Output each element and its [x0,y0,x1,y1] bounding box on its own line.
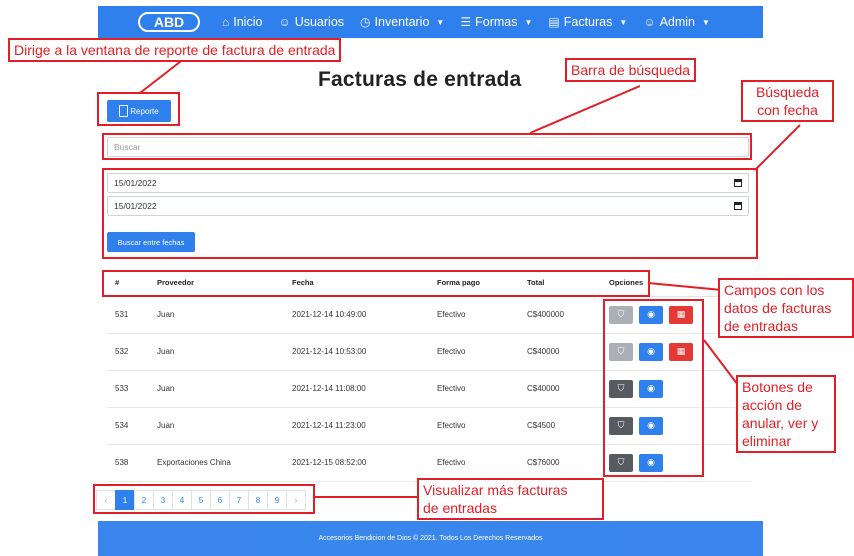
nav-item-label: Inicio [233,15,263,29]
cell-total: C$40000 [519,370,601,408]
nav-item-label: Usuarios [294,15,345,29]
cell-id: 531 [107,296,149,334]
svg-text:ABD: ABD [154,14,184,30]
cell-id: 534 [107,407,149,445]
cell-fecha: 2021-12-14 11:23:00 [284,407,429,445]
nav-item-formas[interactable]: ☰ Formas ▼ [460,15,532,29]
nav-item-label: Formas [475,15,518,29]
nav-item-label: Admin [659,15,696,29]
cell-total: C$76000 [519,444,601,482]
users-icon: ☺ [278,15,291,29]
annotation-actions-line-3: anular, ver y [742,415,819,431]
annotation-fields-line-2: datos de facturas [724,300,832,316]
annotation-pagination-line-1: Visualizar más facturas [423,482,568,498]
cell-proveedor: Juan [149,296,284,334]
nav-item-label: Facturas [563,15,613,29]
sliders-icon: ☰ [460,15,472,29]
cell-total: C$40000 [519,333,601,371]
abd-logo-icon: ABD [138,12,200,32]
page-title: Facturas de entrada [318,68,522,91]
nav-item-facturas[interactable]: ▤ Facturas ▼ [548,15,627,29]
cell-id: 538 [107,444,149,482]
nav-item-label: Inventario [374,15,430,29]
app-logo[interactable]: ABD [138,11,200,33]
annotation-date-search-line-2: con fecha [757,102,818,118]
cell-id: 533 [107,370,149,408]
annotation-box-headers [102,270,650,297]
cell-proveedor: Exportaciones China [149,444,284,482]
annotation-fields: Campos con los datos de facturas de entr… [718,278,854,338]
annotation-box-search [102,133,752,160]
clock-icon: ◷ [360,15,371,29]
annotation-actions: Botones de acción de anular, ver y elimi… [736,375,836,453]
cell-total: C$400000 [519,296,601,334]
cell-forma: Efectivo [429,370,519,408]
cell-fecha: 2021-12-14 10:49:00 [284,296,429,334]
cell-fecha: 2021-12-15 08:52:00 [284,444,429,482]
navbar: ABD ⌂ Inicio ☺ Usuarios ◷ Inventario ▼ ☰ Formas ▼… [98,6,763,38]
annotation-box-report [97,92,180,126]
nav-item-usuarios[interactable]: ☺ Usuarios [278,15,344,29]
cell-forma: Efectivo [429,296,519,334]
annotation-fields-line-3: de entradas [724,318,798,334]
annotation-box-actions [603,299,704,477]
annotation-date-search-line-1: Búsqueda [755,84,820,100]
annotation-box-dates [102,168,758,259]
footer-text: Accesorios Bendicion de Dios © 2021. Tod… [318,535,543,542]
annotation-actions-line-4: eliminar [742,433,792,449]
cell-forma: Efectivo [429,407,519,445]
receipt-icon: ▤ [548,15,560,29]
annotation-report: Dirige a la ventana de reporte de factur… [8,38,342,62]
annotation-actions-line-2: acción de [742,397,802,413]
cell-forma: Efectivo [429,444,519,482]
caret-down-icon: ▼ [524,17,533,27]
nav-item-inicio[interactable]: ⌂ Inicio [222,15,262,29]
caret-down-icon: ▼ [619,17,628,27]
cell-fecha: 2021-12-14 11:08:00 [284,370,429,408]
caret-down-icon: ▼ [702,17,710,27]
cell-forma: Efectivo [429,333,519,371]
nav-item-admin[interactable]: ☺ Admin ▼ [643,15,710,29]
footer: Accesorios Bendicion de Dios © 2021. Tod… [98,521,763,556]
nav-item-inventario[interactable]: ◷ Inventario ▼ [360,15,444,29]
admin-user-icon: ☺ [643,15,656,29]
cell-total: C$4500 [519,407,601,445]
annotation-actions-line-1: Botones de [742,379,813,395]
home-icon: ⌂ [222,15,230,29]
cell-fecha: 2021-12-14 10:53:00 [284,333,429,371]
annotation-pagination: Visualizar más facturas de entradas [417,478,604,520]
annotation-box-pagination [93,484,315,514]
cell-proveedor: Juan [149,407,284,445]
annotation-fields-line-1: Campos con los [724,282,825,298]
cell-proveedor: Juan [149,333,284,371]
annotation-date-search: Búsqueda con fecha [741,80,834,122]
annotation-search: Barra de búsqueda [565,58,697,82]
annotation-pagination-line-2: de entradas [423,500,497,516]
caret-down-icon: ▼ [436,17,445,27]
cell-id: 532 [107,333,149,371]
cell-proveedor: Juan [149,370,284,408]
